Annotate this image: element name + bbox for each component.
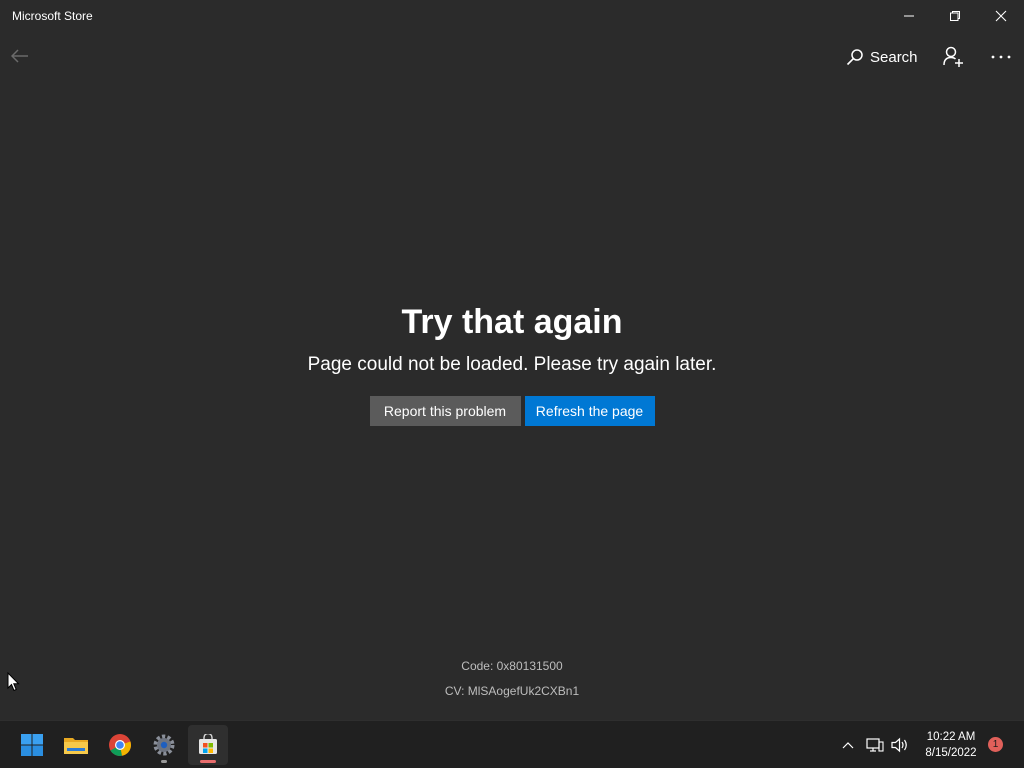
search-button[interactable]: Search — [842, 44, 922, 70]
chevron-up-icon — [842, 742, 854, 749]
back-arrow-icon — [11, 49, 28, 63]
clock-date: 8/15/2022 — [925, 747, 977, 759]
add-account-icon — [943, 46, 963, 67]
taskbar: 10:22 AM 8/15/2022 — [0, 720, 1024, 768]
refresh-page-button[interactable]: Refresh the page — [524, 396, 655, 426]
account-button[interactable] — [938, 42, 968, 72]
settings-button[interactable] — [144, 725, 184, 765]
clock-time: 10:22 AM — [926, 731, 976, 743]
more-icon — [991, 55, 1011, 59]
minimize-icon — [904, 15, 914, 17]
clock[interactable]: 10:22 AM 8/15/2022 — [918, 729, 984, 761]
notification-badge[interactable]: 1 — [988, 737, 1003, 752]
error-title: Try that again — [401, 303, 623, 341]
network-icon — [866, 738, 884, 752]
start-button[interactable] — [12, 725, 52, 765]
correlation-vector: CV: MlSAogefUk2CXBn1 — [444, 684, 580, 698]
microsoft-store-button[interactable] — [188, 725, 228, 765]
restore-button[interactable] — [932, 0, 978, 32]
volume-icon — [891, 737, 907, 753]
mouse-cursor-icon — [7, 672, 20, 692]
search-icon — [846, 49, 863, 66]
app-title: Microsoft Store — [12, 9, 93, 23]
error-actions: Report this problem Refresh the page — [0, 396, 1024, 426]
file-explorer-button[interactable] — [56, 725, 96, 765]
title-bar: Microsoft Store — [0, 0, 1024, 34]
minimize-button[interactable] — [886, 0, 932, 32]
chrome-button[interactable] — [100, 725, 140, 765]
nav-bar: Search — [0, 34, 1024, 80]
close-icon — [995, 10, 1007, 22]
report-problem-button[interactable]: Report this problem — [369, 396, 521, 426]
chrome-icon — [109, 734, 131, 756]
settings-icon — [153, 734, 175, 756]
error-codes: Code: 0x80131500 CV: MlSAogefUk2CXBn1 — [0, 654, 1024, 704]
restore-icon — [950, 11, 960, 21]
back-button[interactable] — [6, 42, 34, 70]
network-button[interactable] — [864, 721, 886, 768]
more-options-button[interactable] — [986, 42, 1016, 72]
volume-button[interactable] — [889, 721, 911, 768]
microsoft-store-icon — [199, 734, 217, 754]
running-indicator — [161, 760, 167, 763]
error-message: Page could not be loaded. Please try aga… — [307, 354, 717, 375]
close-button[interactable] — [978, 0, 1024, 32]
file-explorer-icon — [64, 738, 88, 754]
active-indicator — [200, 760, 216, 763]
show-hidden-icons-button[interactable] — [838, 721, 858, 768]
error-code: Code: 0x80131500 — [461, 659, 563, 673]
error-panel: Try that again Page could not be loaded.… — [0, 300, 1024, 426]
search-label: Search — [870, 48, 918, 66]
windows-start-icon — [21, 734, 43, 756]
